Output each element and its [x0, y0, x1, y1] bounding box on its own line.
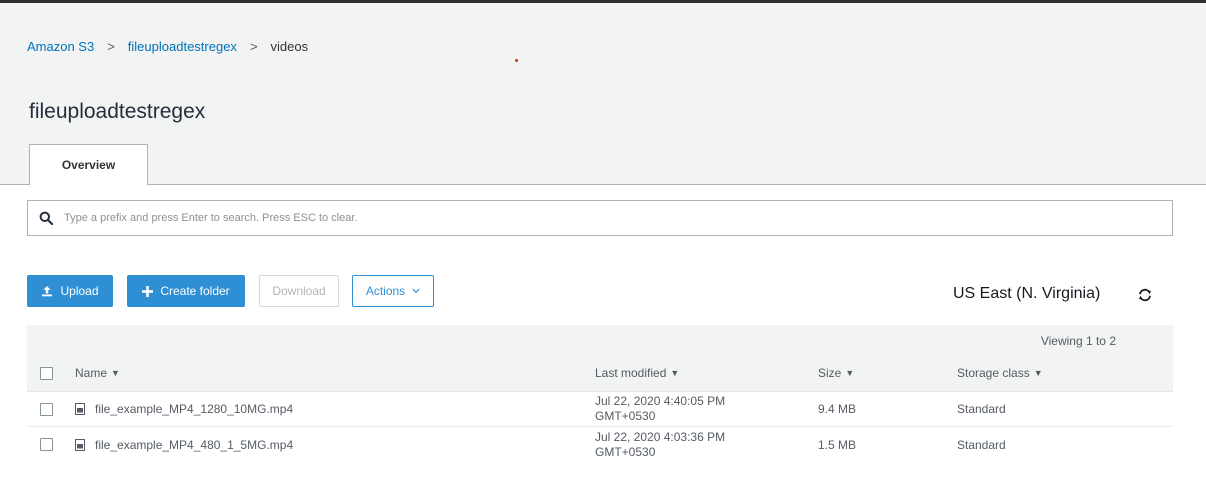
storage-class-cell: Standard — [957, 402, 1006, 416]
page-title: fileuploadtestregex — [29, 100, 206, 123]
breadcrumb: Amazon S3 > fileuploadtestregex > videos — [27, 39, 308, 54]
storage-class-cell: Standard — [957, 437, 1006, 452]
upload-label: Upload — [60, 284, 99, 298]
column-header-name[interactable]: Name ▼ — [75, 355, 120, 391]
plus-icon — [142, 285, 154, 297]
row-checkbox[interactable] — [40, 438, 53, 451]
top-bar — [0, 0, 1206, 3]
breadcrumb-separator: > — [249, 39, 258, 54]
column-header-size-label: Size — [818, 366, 842, 380]
breadcrumb-current-folder: videos — [270, 39, 309, 54]
name-cell: file_example_MP4_1280_10MG.mp4 — [75, 392, 293, 426]
last-modified-cell: Jul 22, 2020 4:03:36 PM GMT+0530 — [595, 427, 725, 462]
table-info-bar: Viewing 1 to 2 — [27, 325, 1173, 355]
cursor-marker — [515, 59, 518, 62]
search-input[interactable] — [64, 202, 1172, 234]
download-button[interactable]: Download — [259, 275, 339, 307]
search-box[interactable] — [27, 200, 1173, 236]
chevron-down-icon — [412, 288, 420, 294]
breadcrumb-separator: > — [107, 39, 115, 54]
sort-icon: ▼ — [1033, 368, 1043, 378]
file-name-link[interactable]: file_example_MP4_480_1_5MG.mp4 — [95, 438, 293, 452]
table-row[interactable]: file_example_MP4_480_1_5MG.mp4 Jul 22, 2… — [27, 427, 1173, 462]
actions-label: Actions — [365, 284, 406, 298]
size-cell: 9.4 MB — [818, 402, 857, 416]
upload-button[interactable]: Upload — [27, 275, 113, 307]
file-icon — [75, 403, 85, 415]
download-label: Download — [272, 284, 326, 298]
last-modified-timezone: GMT+0530 — [595, 409, 656, 423]
file-icon — [75, 438, 85, 451]
search-icon — [28, 201, 64, 235]
column-header-storage-class[interactable]: Storage class ▼ — [957, 355, 1043, 391]
file-name-link[interactable]: file_example_MP4_1280_10MG.mp4 — [95, 402, 293, 416]
refresh-icon[interactable] — [1137, 287, 1153, 303]
last-modified-date: Jul 22, 2020 4:40:05 PM — [595, 394, 726, 408]
column-header-storage-class-label: Storage class — [957, 366, 1030, 380]
column-header-last-modified[interactable]: Last modified ▼ — [595, 355, 679, 391]
sort-icon: ▼ — [670, 367, 680, 378]
viewing-count: Viewing 1 to 2 — [1040, 334, 1116, 348]
row-select-cell — [40, 427, 53, 462]
sort-icon: ▼ — [845, 368, 855, 378]
row-select-cell — [40, 392, 53, 426]
breadcrumb-amazon-s3[interactable]: Amazon S3 — [27, 39, 94, 54]
sort-icon: ▼ — [111, 368, 120, 378]
region-selector: US East (N. Virginia) — [953, 285, 1101, 302]
column-header-name-label: Name — [75, 366, 108, 380]
last-modified-cell: Jul 22, 2020 4:40:05 PM GMT+0530 — [595, 392, 725, 426]
table-row[interactable]: file_example_MP4_1280_10MG.mp4 Jul 22, 2… — [27, 392, 1173, 427]
breadcrumb-bucket[interactable]: fileuploadtestregex — [128, 39, 237, 54]
name-cell: file_example_MP4_480_1_5MG.mp4 — [75, 427, 293, 462]
select-all-checkbox[interactable] — [40, 366, 53, 380]
table-header: Name ▼ Last modified ▼ Size ▼ Storage class… — [27, 355, 1173, 392]
last-modified-date: Jul 22, 2020 4:03:36 PM — [595, 429, 726, 444]
create-folder-label: Create folder — [160, 284, 230, 298]
actions-dropdown[interactable]: Actions — [352, 275, 434, 307]
tab-overview-label: Overview — [61, 158, 116, 172]
create-folder-button[interactable]: Create folder — [127, 275, 245, 307]
tab-overview[interactable]: Overview — [29, 144, 148, 185]
upload-icon — [41, 285, 53, 297]
object-browser: Upload Create folder Download Actions US… — [0, 185, 1206, 501]
column-header-last-modified-label: Last modified — [595, 365, 667, 380]
select-all-cell — [40, 355, 53, 391]
last-modified-timezone: GMT+0530 — [595, 444, 656, 459]
column-header-size[interactable]: Size ▼ — [818, 355, 854, 391]
row-checkbox[interactable] — [40, 402, 53, 416]
size-cell: 1.5 MB — [818, 437, 857, 452]
objects-table: Viewing 1 to 2 Name ▼ Last modified ▼ Size… — [27, 325, 1173, 462]
